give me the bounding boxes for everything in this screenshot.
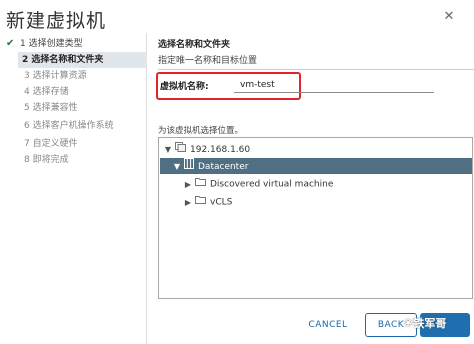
dialog-title: 新建虚拟机 <box>6 10 107 32</box>
main-panel: 选择名称和文件夹 指定唯一名称和目标位置 虚拟机名称: 为该虚拟机选择位置。 ▼… <box>148 33 474 344</box>
folder-icon <box>195 176 206 192</box>
step-1[interactable]: ✔ 1 选择创建类型 <box>6 36 147 52</box>
vm-name-label: 虚拟机名称: <box>160 82 209 92</box>
chevron-down-icon[interactable]: ▼ <box>172 159 182 175</box>
watermark: ❀铁军哥 <box>404 313 446 337</box>
watermark-text: 铁军哥 <box>413 317 447 330</box>
location-label: 为该虚拟机选择位置。 <box>158 126 244 136</box>
tree-node-folder[interactable]: ▶ Discovered virtual machine <box>183 176 333 192</box>
divider <box>158 69 474 70</box>
chevron-right-icon[interactable]: ▶ <box>183 195 193 211</box>
cancel-button[interactable]: CANCEL <box>306 317 350 333</box>
step-6[interactable]: 6 选择客户机操作系统 <box>24 118 165 134</box>
wizard-steps: ✔ 1 选择创建类型 2 选择名称和文件夹 3 选择计算资源 4 选择存储 5 选… <box>0 33 147 344</box>
step-8[interactable]: 8 即将完成 <box>24 152 165 168</box>
tree-node-folder[interactable]: ▶ vCLS <box>183 194 232 210</box>
step-2[interactable]: 2 选择名称和文件夹 <box>18 52 147 68</box>
folder-icon <box>195 194 206 210</box>
section-title: 选择名称和文件夹 <box>158 40 231 50</box>
vm-name-input[interactable] <box>234 77 434 93</box>
tree-label-datacenter: Datacenter <box>198 162 249 172</box>
tree-label-folder: Discovered virtual machine <box>210 179 334 190</box>
datacenter-icon <box>184 158 194 175</box>
step-label: 1 选择创建类型 <box>20 39 83 49</box>
watermark-icon: ❀ <box>404 318 413 329</box>
tree-node-datacenter[interactable]: ▼ Datacenter <box>160 158 472 174</box>
tree-node-host[interactable]: ▼ 192.168.1.60 <box>163 141 250 157</box>
chevron-right-icon[interactable]: ▶ <box>183 177 193 193</box>
step-4[interactable]: 4 选择存储 <box>24 84 165 100</box>
tree-label-host: 192.168.1.60 <box>190 145 251 155</box>
step-5[interactable]: 5 选择兼容性 <box>24 100 165 116</box>
step-3[interactable]: 3 选择计算资源 <box>24 68 165 84</box>
tree-label-folder: vCLS <box>210 197 233 208</box>
section-subtitle: 指定唯一名称和目标位置 <box>158 56 258 66</box>
checkmark-icon: ✔ <box>6 38 15 49</box>
vcenter-icon <box>175 141 186 158</box>
location-tree: ▼ 192.168.1.60 ▼ Datacenter ▶ Discovered vi… <box>158 137 473 299</box>
close-icon[interactable]: ✕ <box>441 9 457 25</box>
step-7[interactable]: 7 自定义硬件 <box>24 136 165 152</box>
chevron-down-icon[interactable]: ▼ <box>163 142 173 158</box>
